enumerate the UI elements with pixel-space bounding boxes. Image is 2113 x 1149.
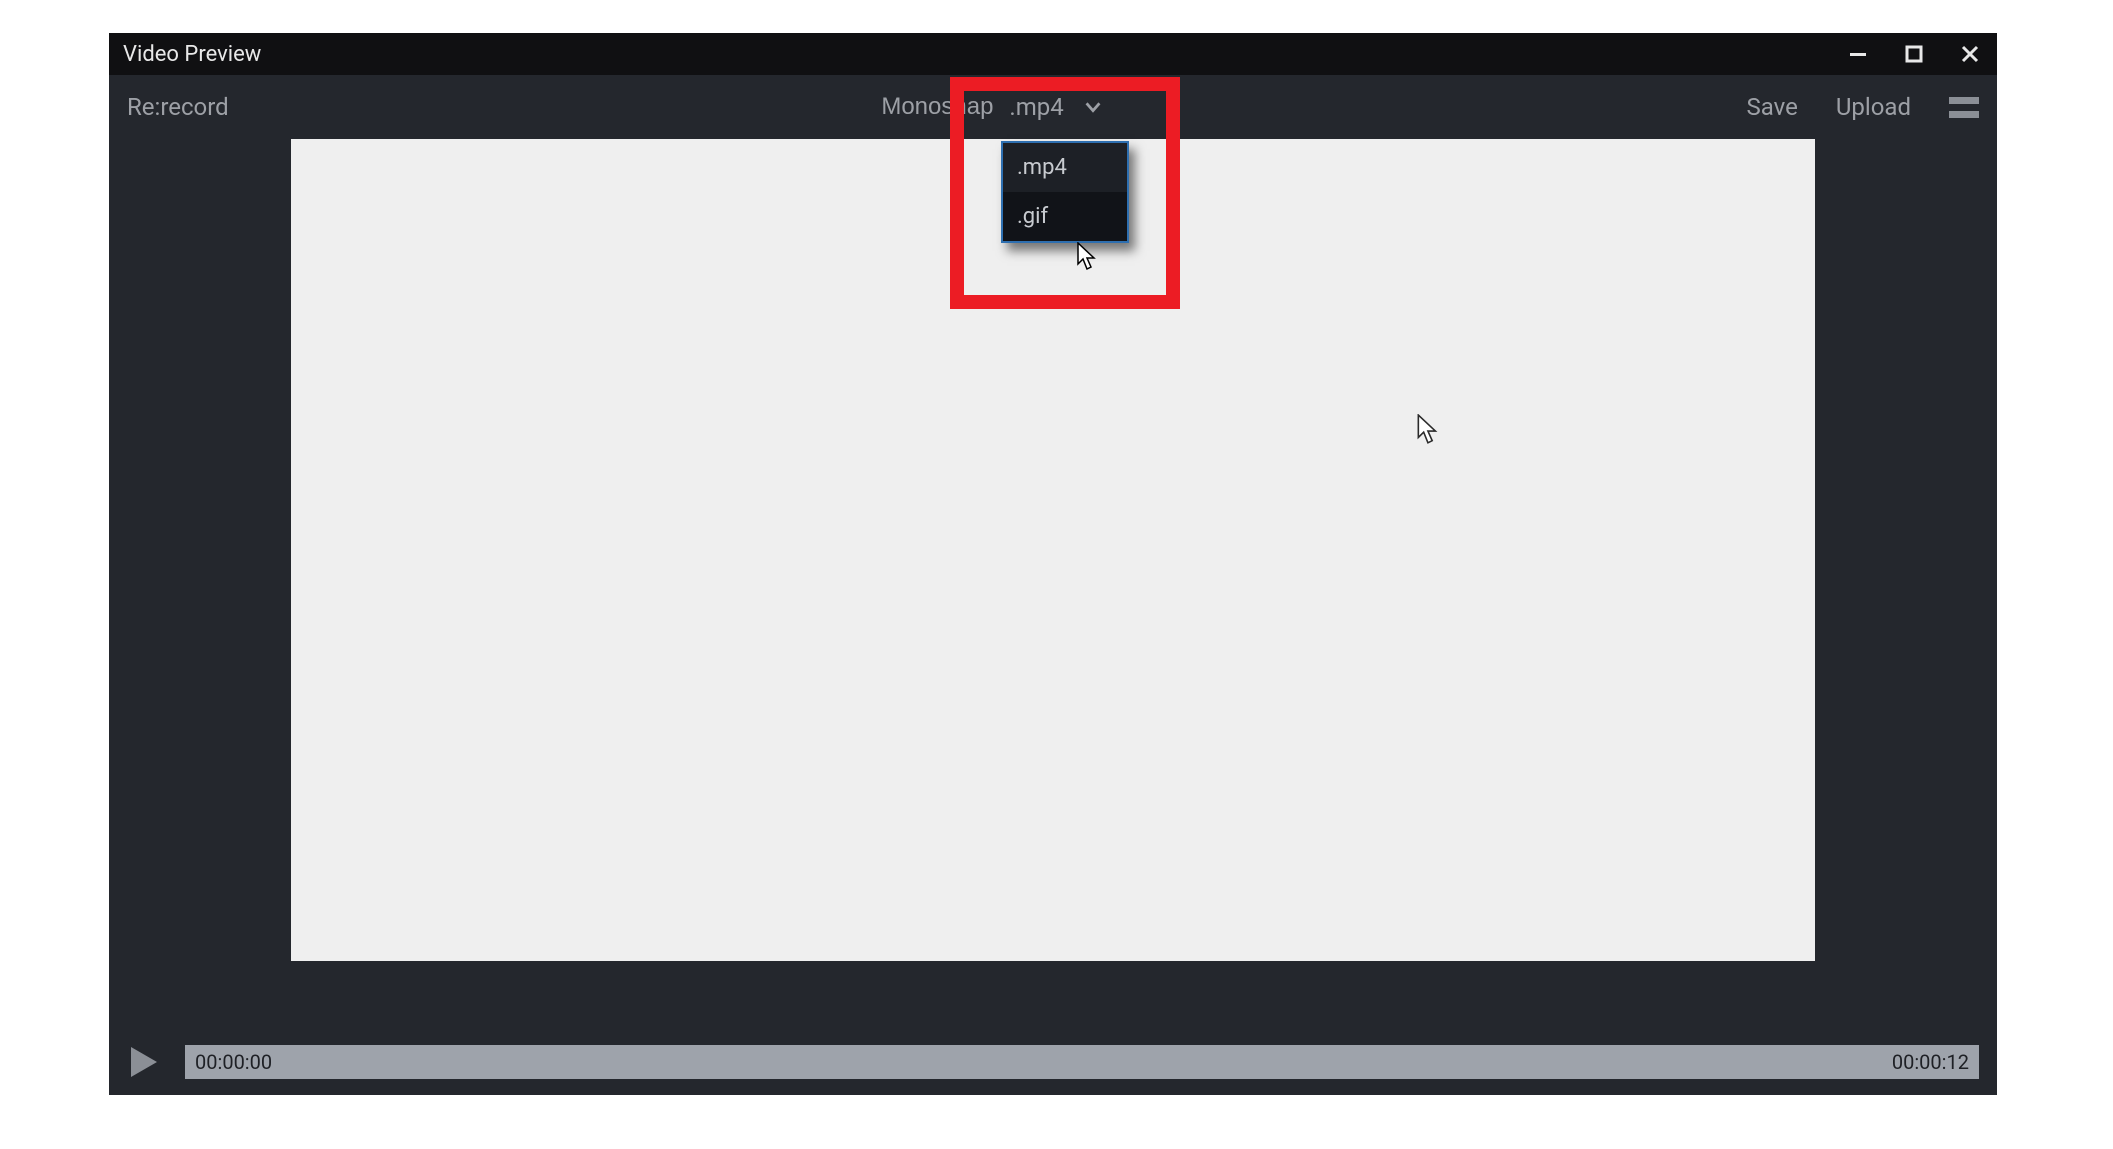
- current-time: 00:00:00: [195, 1050, 272, 1074]
- minimize-button[interactable]: [1845, 41, 1871, 67]
- save-button[interactable]: Save: [1747, 93, 1798, 121]
- format-dropdown-trigger[interactable]: .mp4: [1001, 91, 1111, 123]
- toolbar: Re:record .mp4 Save Upload: [109, 75, 1997, 139]
- format-selected-label: .mp4: [1009, 93, 1063, 121]
- window-title: Video Preview: [123, 42, 261, 67]
- play-icon: [127, 1045, 161, 1079]
- hamburger-icon: [1949, 97, 1979, 104]
- maximize-icon: [1904, 44, 1924, 64]
- window-controls: [1845, 41, 1983, 67]
- preview-area: [109, 139, 1997, 1041]
- titlebar[interactable]: Video Preview: [109, 33, 1997, 75]
- format-dropdown-panel: .mp4 .gif: [1001, 141, 1129, 243]
- close-button[interactable]: [1957, 41, 1983, 67]
- format-option-gif[interactable]: .gif: [1003, 192, 1127, 241]
- rerecord-button[interactable]: Re:record: [127, 93, 229, 121]
- filename-input[interactable]: [863, 93, 993, 121]
- total-time: 00:00:12: [1892, 1050, 1969, 1074]
- upload-button[interactable]: Upload: [1836, 93, 1911, 121]
- close-icon: [1960, 44, 1980, 64]
- maximize-button[interactable]: [1901, 41, 1927, 67]
- hamburger-menu-button[interactable]: [1949, 97, 1979, 118]
- format-option-mp4[interactable]: .mp4: [1003, 143, 1127, 192]
- playbar: 00:00:00 00:00:12: [109, 1041, 1997, 1095]
- video-preview-window: Video Preview Re:record .mp4 Sa: [109, 33, 1997, 1095]
- video-canvas[interactable]: [291, 139, 1815, 961]
- chevron-down-icon: [1082, 96, 1104, 118]
- progress-bar[interactable]: 00:00:00 00:00:12: [185, 1045, 1979, 1079]
- play-button[interactable]: [127, 1045, 161, 1079]
- minimize-icon: [1848, 44, 1868, 64]
